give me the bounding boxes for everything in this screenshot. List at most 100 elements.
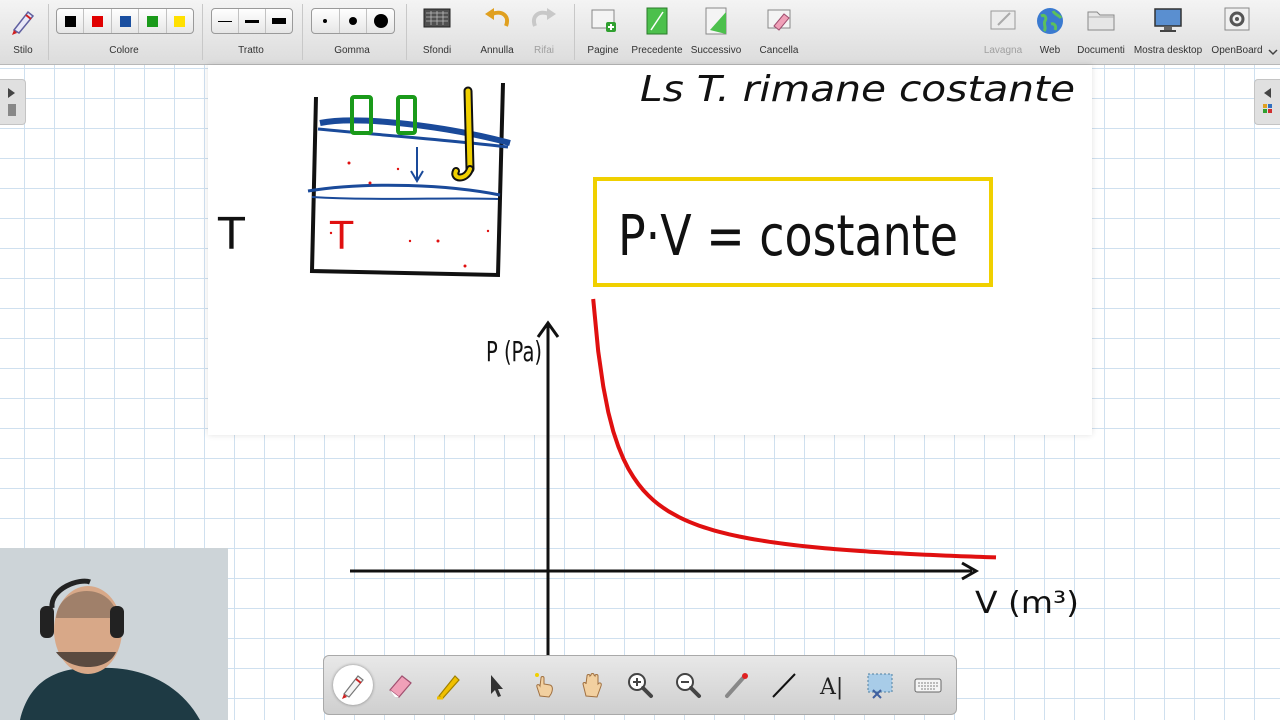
- hand-icon: [582, 673, 602, 698]
- backgrounds-icon: [423, 8, 451, 28]
- stroke-label: Tratto: [238, 45, 264, 56]
- main-toolbar: Stilo Colore Tratto Gomma Sfondi Annulla…: [0, 0, 1280, 65]
- stroke-thick[interactable]: [266, 9, 292, 33]
- capture-icon: [867, 673, 893, 699]
- toolbar-divider: [48, 4, 49, 60]
- isotherm-curve: [591, 298, 997, 560]
- weight-block-left: [350, 95, 373, 135]
- eraser-large[interactable]: [367, 9, 394, 33]
- next-label: Successivo: [690, 45, 742, 56]
- top-note-text: Ls T. rimane costante: [640, 69, 1075, 110]
- openboard-label: OpenBoard: [1211, 45, 1263, 56]
- pv-graph: P (Pa) V (m³): [350, 298, 1079, 660]
- toolbar-divider: [302, 4, 303, 60]
- toolbar-divider: [202, 4, 203, 60]
- toolbar-divider: [406, 4, 407, 60]
- y-axis-label: P (Pa): [486, 335, 542, 368]
- desktop-icon: [1154, 8, 1182, 32]
- stroke-thin[interactable]: [212, 9, 239, 33]
- web-button[interactable]: Web: [1028, 0, 1072, 64]
- stroke-medium-icon: [245, 19, 259, 23]
- color-swatch-blue[interactable]: [112, 9, 140, 33]
- zoom-out-icon: [676, 673, 701, 698]
- color-label: Colore: [109, 45, 139, 56]
- undo-icon: [485, 8, 509, 27]
- arrow-cursor-icon: [491, 675, 503, 697]
- toolbar-menu-chevron-icon[interactable]: [1268, 48, 1278, 56]
- keyboard-tool-button[interactable]: [908, 665, 948, 705]
- redo-label: Rifai: [533, 45, 554, 56]
- keyboard-icon: [914, 678, 942, 693]
- zoom-in-tool-button[interactable]: [620, 665, 660, 705]
- clear-page-button[interactable]: Cancella: [752, 0, 806, 64]
- show-desktop-label: Mostra desktop: [1133, 45, 1203, 56]
- color-group: Colore: [54, 0, 194, 64]
- highlighter-icon: [437, 675, 460, 700]
- stroke-medium[interactable]: [239, 9, 266, 33]
- line-icon: [772, 673, 796, 698]
- documents-button[interactable]: Documenti: [1074, 0, 1128, 64]
- show-desktop-button[interactable]: Mostra desktop: [1130, 0, 1206, 64]
- board-mode-button[interactable]: Lavagna: [978, 0, 1028, 64]
- eraser-label: Gomma: [334, 45, 370, 56]
- stylus-label: Stilo: [13, 45, 33, 56]
- color-swatch-yellow[interactable]: [167, 9, 193, 33]
- text-tool-button[interactable]: A|: [812, 665, 852, 705]
- folder-icon: [1087, 11, 1115, 31]
- laser-pointer-icon: [725, 673, 748, 698]
- eraser-selector: [311, 8, 395, 34]
- highlighter-tool-button[interactable]: [428, 665, 468, 705]
- text-tool-glyph: A|: [819, 675, 843, 700]
- previous-page-icon: [646, 7, 668, 35]
- board-label: Lavagna: [983, 45, 1023, 56]
- redo-button[interactable]: Rifai: [522, 0, 566, 64]
- hand-tool-button[interactable]: [572, 665, 612, 705]
- color-selector: [56, 8, 194, 34]
- select-tool-button[interactable]: [476, 665, 516, 705]
- swatch-red-icon: [92, 15, 104, 27]
- documents-label: Documenti: [1077, 45, 1125, 56]
- eraser-small[interactable]: [312, 9, 340, 33]
- temperature-label: T: [217, 209, 245, 260]
- backgrounds-label: Sfondi: [422, 45, 452, 56]
- color-swatch-red[interactable]: [84, 9, 112, 33]
- capture-tool-button[interactable]: [860, 665, 900, 705]
- color-swatch-green[interactable]: [139, 9, 167, 33]
- web-label: Web: [1039, 45, 1061, 56]
- color-swatch-black[interactable]: [57, 9, 85, 33]
- eraser-small-icon: [323, 19, 328, 23]
- text-icon: A|: [819, 675, 843, 700]
- laser-pointer-tool-button[interactable]: [716, 665, 756, 705]
- pages-label: Pagine: [587, 45, 619, 56]
- zoom-out-tool-button[interactable]: [668, 665, 708, 705]
- stroke-thick-icon: [272, 18, 286, 24]
- stylus-button[interactable]: Stilo: [0, 0, 46, 64]
- backgrounds-button[interactable]: Sfondi: [412, 0, 462, 64]
- temperature-label-red: T: [329, 214, 354, 258]
- next-page-button[interactable]: Successivo: [688, 0, 744, 64]
- clear-page-icon: [767, 9, 791, 31]
- pen-icon: [342, 675, 364, 699]
- toolbar-divider: [574, 4, 575, 60]
- pen-tool-button[interactable]: [333, 665, 373, 705]
- openboard-menu-button[interactable]: OpenBoard: [1208, 0, 1266, 64]
- eraser-medium-icon: [349, 17, 357, 25]
- interact-tool-button[interactable]: [524, 665, 564, 705]
- eraser-group: Gomma: [308, 0, 396, 64]
- eraser-medium[interactable]: [340, 9, 368, 33]
- stroke-group: Tratto: [208, 0, 294, 64]
- eraser-tool-button[interactable]: [380, 665, 420, 705]
- eraser-icon: [389, 675, 412, 698]
- swatch-green-icon: [146, 15, 158, 27]
- undo-button[interactable]: Annulla: [472, 0, 522, 64]
- stroke-selector: [211, 8, 293, 34]
- undo-label: Annulla: [480, 45, 514, 56]
- presenter-video: [0, 548, 228, 720]
- line-tool-button[interactable]: [764, 665, 804, 705]
- redo-icon: [532, 8, 556, 27]
- webcam-overlay: [0, 548, 228, 720]
- previous-label: Precedente: [631, 45, 683, 56]
- pages-button[interactable]: Pagine: [578, 0, 628, 64]
- x-axis-label: V (m³): [975, 586, 1079, 621]
- previous-page-button[interactable]: Precedente: [628, 0, 686, 64]
